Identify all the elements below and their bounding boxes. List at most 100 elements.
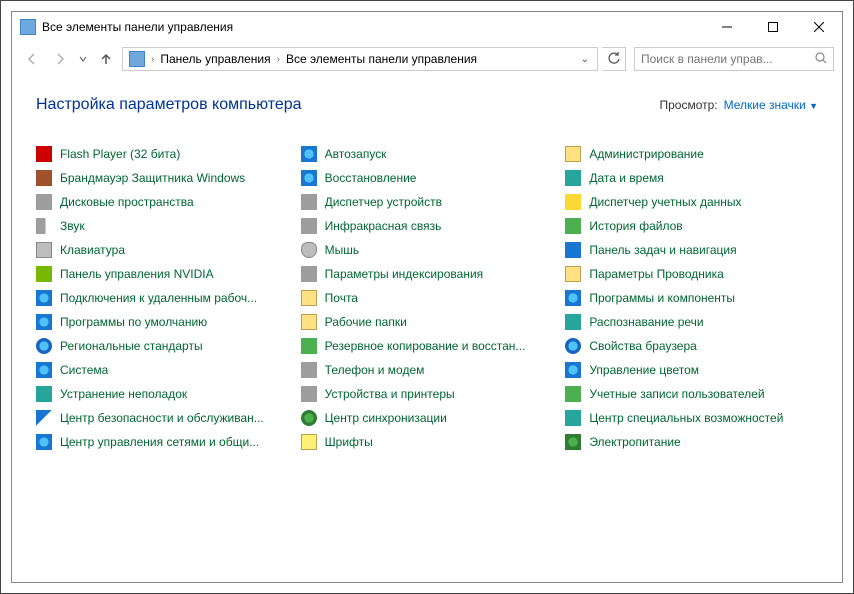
cp-item-speech[interactable]: Распознавание речи — [565, 310, 818, 334]
recent-dropdown[interactable] — [76, 47, 90, 71]
programs-icon — [565, 290, 581, 306]
autoplay-icon — [301, 146, 317, 162]
cp-item-file-history[interactable]: История файлов — [565, 214, 818, 238]
mail-icon — [301, 290, 317, 306]
cp-item-explorer-options[interactable]: Параметры Проводника — [565, 262, 818, 286]
cp-item-default-programs[interactable]: Программы по умолчанию — [36, 310, 289, 334]
cp-item-user-accounts[interactable]: Учетные записи пользователей — [565, 382, 818, 406]
cp-item-sync-center[interactable]: Центр синхронизации — [301, 406, 554, 430]
back-button[interactable] — [20, 47, 44, 71]
cp-item-fonts[interactable]: Шрифты — [301, 430, 554, 454]
remote-app-icon — [36, 290, 52, 306]
item-label: Рабочие папки — [325, 315, 407, 329]
color-management-icon — [565, 362, 581, 378]
minimize-button[interactable] — [704, 12, 750, 42]
search-input[interactable] — [641, 52, 815, 66]
recovery-icon — [301, 170, 317, 186]
item-label: Параметры индексирования — [325, 267, 483, 281]
system-icon — [36, 362, 52, 378]
window-controls — [704, 12, 842, 42]
cp-item-infrared[interactable]: Инфракрасная связь — [301, 214, 554, 238]
item-label: Шрифты — [325, 435, 373, 449]
item-label: Инфракрасная связь — [325, 219, 442, 233]
cp-item-remote-app[interactable]: Подключения к удаленным рабоч... — [36, 286, 289, 310]
sync-center-icon — [301, 410, 317, 426]
breadcrumb-root[interactable]: Панель управления — [156, 52, 274, 66]
cp-item-autoplay[interactable]: Автозапуск — [301, 142, 554, 166]
cp-item-firewall[interactable]: Брандмауэр Защитника Windows — [36, 166, 289, 190]
cp-item-keyboard[interactable]: Клавиатура — [36, 238, 289, 262]
infrared-icon — [301, 218, 317, 234]
up-button[interactable] — [94, 47, 118, 71]
cp-item-devices-printers[interactable]: Устройства и принтеры — [301, 382, 554, 406]
cp-item-troubleshooting[interactable]: Устранение неполадок — [36, 382, 289, 406]
cp-item-work-folders[interactable]: Рабочие папки — [301, 310, 554, 334]
view-label: Просмотр: — [659, 98, 717, 112]
item-label: Панель управления NVIDIA — [60, 267, 214, 281]
keyboard-icon — [36, 242, 52, 258]
phone-modem-icon — [301, 362, 317, 378]
troubleshooting-icon — [36, 386, 52, 402]
power-options-icon — [565, 434, 581, 450]
cp-item-region[interactable]: Региональные стандарты — [36, 334, 289, 358]
close-button[interactable] — [796, 12, 842, 42]
cp-item-system[interactable]: Система — [36, 358, 289, 382]
flash-player-icon — [36, 146, 52, 162]
cp-item-admin-tools[interactable]: Администрирование — [565, 142, 818, 166]
cp-item-indexing[interactable]: Параметры индексирования — [301, 262, 554, 286]
breadcrumb-current[interactable]: Все элементы панели управления — [282, 52, 481, 66]
devices-printers-icon — [301, 386, 317, 402]
item-label: Телефон и модем — [325, 363, 425, 377]
search-icon[interactable] — [815, 52, 827, 67]
view-mode-dropdown[interactable]: Мелкие значки ▼ — [724, 98, 818, 112]
chevron-right-icon[interactable]: › — [149, 54, 156, 65]
cp-item-flash-player[interactable]: Flash Player (32 бита) — [36, 142, 289, 166]
admin-tools-icon — [565, 146, 581, 162]
cp-item-security-center[interactable]: Центр безопасности и обслуживан... — [36, 406, 289, 430]
address-bar[interactable]: › Панель управления › Все элементы панел… — [122, 47, 598, 71]
cp-item-ease-of-access[interactable]: Центр специальных возможностей — [565, 406, 818, 430]
cp-item-nvidia[interactable]: Панель управления NVIDIA — [36, 262, 289, 286]
cp-item-storage-spaces[interactable]: Дисковые пространства — [36, 190, 289, 214]
default-programs-icon — [36, 314, 52, 330]
refresh-button[interactable] — [602, 47, 626, 71]
item-label: Мышь — [325, 243, 360, 257]
internet-options-icon — [565, 338, 581, 354]
indexing-icon — [301, 266, 317, 282]
item-label: Электропитание — [589, 435, 680, 449]
device-manager-icon — [301, 194, 317, 210]
cp-item-network-center[interactable]: Центр управления сетями и общи... — [36, 430, 289, 454]
control-panel-icon — [129, 51, 145, 67]
cp-item-power-options[interactable]: Электропитание — [565, 430, 818, 454]
cp-item-date-time[interactable]: Дата и время — [565, 166, 818, 190]
item-label: Резервное копирование и восстан... — [325, 339, 526, 353]
item-label: Восстановление — [325, 171, 417, 185]
maximize-button[interactable] — [750, 12, 796, 42]
forward-button[interactable] — [48, 47, 72, 71]
item-label: Клавиатура — [60, 243, 125, 257]
cp-item-taskbar[interactable]: Панель задач и навигация — [565, 238, 818, 262]
address-dropdown[interactable]: ⌄ — [575, 54, 595, 65]
cp-item-internet-options[interactable]: Свойства браузера — [565, 334, 818, 358]
cp-item-sound[interactable]: Звук — [36, 214, 289, 238]
item-label: Дата и время — [589, 171, 663, 185]
cp-item-backup[interactable]: Резервное копирование и восстан... — [301, 334, 554, 358]
item-label: Параметры Проводника — [589, 267, 723, 281]
cp-item-device-manager[interactable]: Диспетчер устройств — [301, 190, 554, 214]
search-box[interactable] — [634, 47, 834, 71]
cp-item-mouse[interactable]: Мышь — [301, 238, 554, 262]
chevron-right-icon[interactable]: › — [275, 54, 282, 65]
storage-spaces-icon — [36, 194, 52, 210]
cp-item-mail[interactable]: Почта — [301, 286, 554, 310]
cp-item-programs[interactable]: Программы и компоненты — [565, 286, 818, 310]
cp-item-phone-modem[interactable]: Телефон и модем — [301, 358, 554, 382]
ease-of-access-icon — [565, 410, 581, 426]
cp-item-recovery[interactable]: Восстановление — [301, 166, 554, 190]
item-label: Устранение неполадок — [60, 387, 187, 401]
cp-item-credential-manager[interactable]: Диспетчер учетных данных — [565, 190, 818, 214]
item-label: Звук — [60, 219, 85, 233]
work-folders-icon — [301, 314, 317, 330]
item-label: Панель задач и навигация — [589, 243, 736, 257]
control-panel-icon — [20, 19, 36, 35]
cp-item-color-management[interactable]: Управление цветом — [565, 358, 818, 382]
